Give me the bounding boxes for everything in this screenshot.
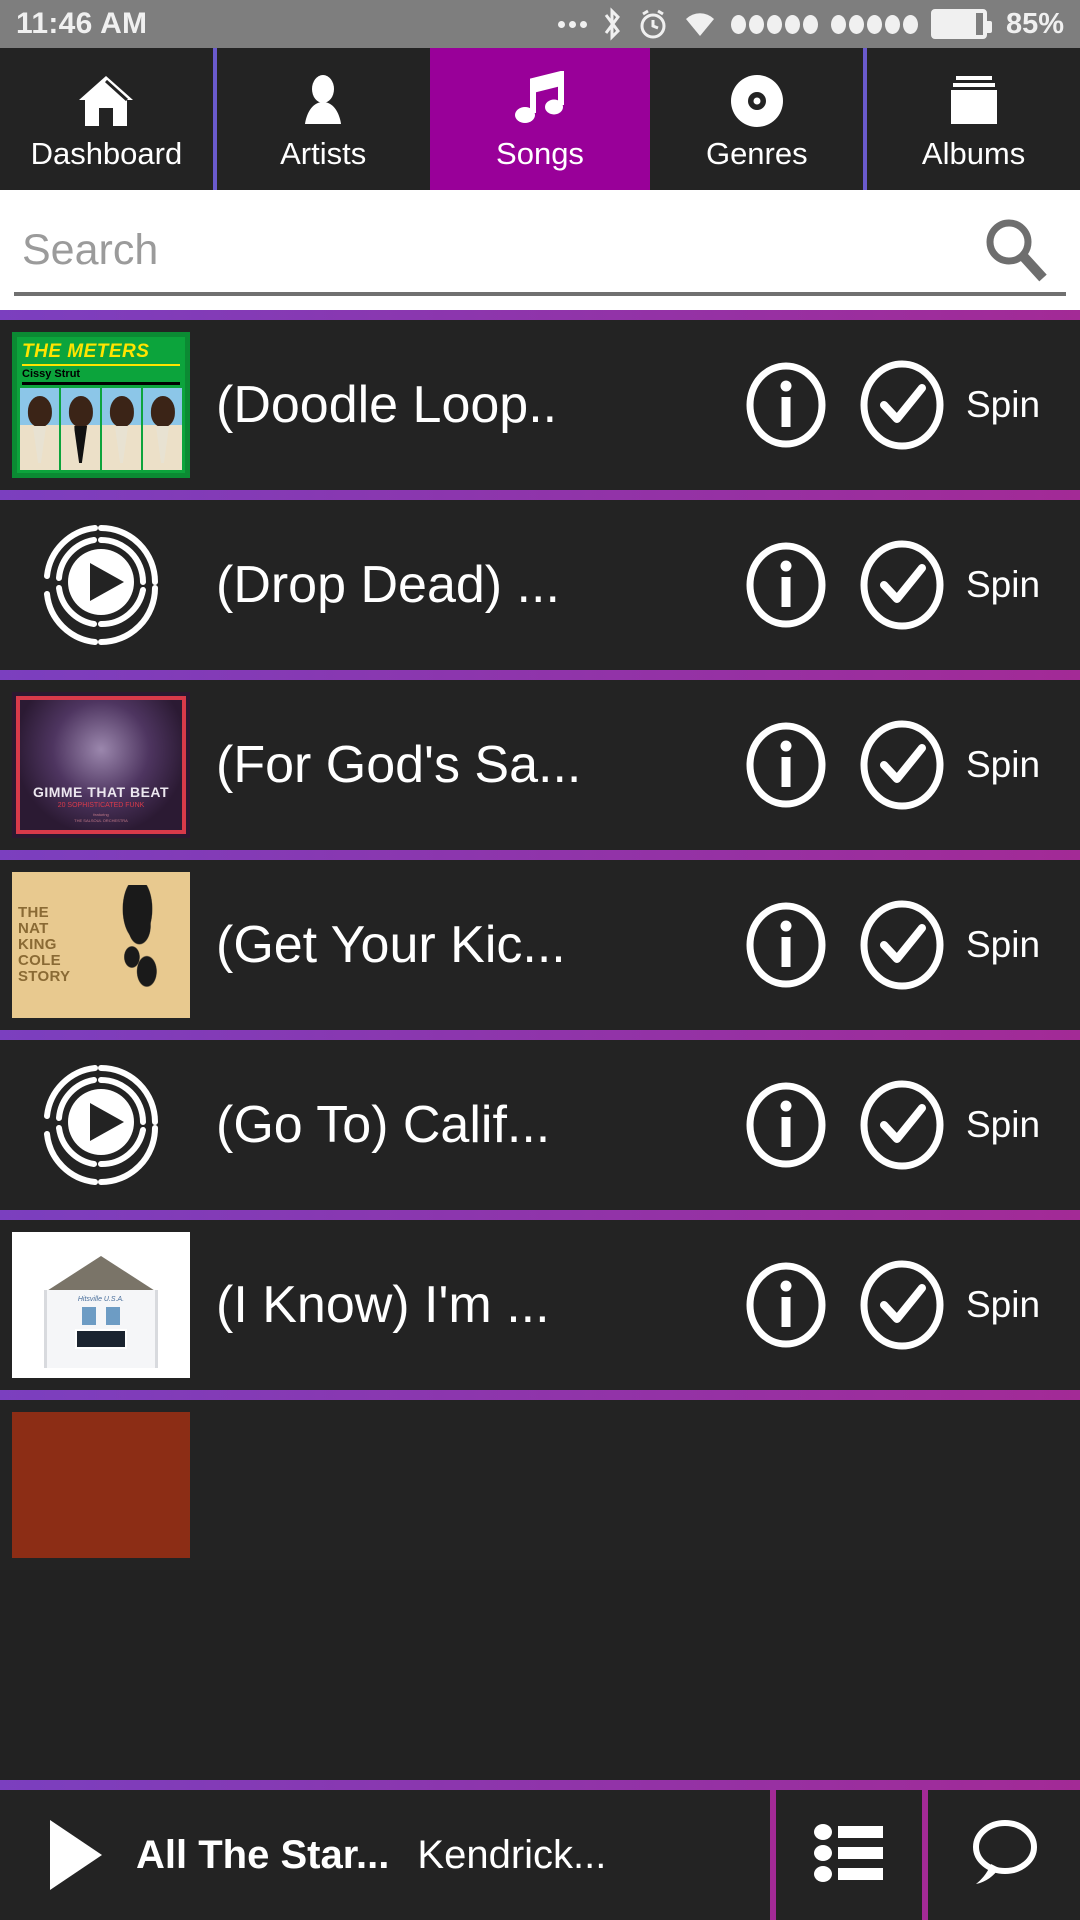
check-circle-icon[interactable] <box>844 357 960 453</box>
tab-songs-label: Songs <box>496 135 584 171</box>
tab-albums[interactable]: Albums <box>863 48 1080 190</box>
row-actions: Spin <box>728 897 1080 993</box>
album-art-the-nat-king-cole-story: THE NAT KING COLE STORY <box>12 872 190 1018</box>
song-title: (For God's Sa... <box>216 736 582 794</box>
placeholder-play-icon <box>16 512 186 658</box>
search-input[interactable] <box>22 225 972 275</box>
song-title: (Doodle Loop.. <box>216 376 558 434</box>
search-bar[interactable] <box>0 190 1080 310</box>
tab-artists[interactable]: Artists <box>212 48 430 190</box>
check-circle-icon[interactable] <box>844 537 960 633</box>
spin-button[interactable]: Spin <box>960 1104 1080 1146</box>
info-icon[interactable] <box>728 720 844 810</box>
spin-button[interactable]: Spin <box>960 564 1080 606</box>
now-playing-title: All The Star... <box>136 1832 390 1877</box>
row-separator <box>0 490 1080 500</box>
row-actions: Spin <box>728 537 1080 633</box>
info-icon[interactable] <box>728 1260 844 1350</box>
check-circle-icon[interactable] <box>844 1257 960 1353</box>
song-title: (Get Your Kic... <box>216 916 566 974</box>
info-icon[interactable] <box>728 900 844 990</box>
tab-albums-label: Albums <box>921 135 1026 171</box>
row-actions: Spin <box>728 1077 1080 1173</box>
tab-dashboard-label: Dashboard <box>30 135 183 171</box>
row-separator <box>0 1210 1080 1220</box>
albums-icon <box>945 70 1003 132</box>
spin-button[interactable]: Spin <box>960 1284 1080 1326</box>
signal-dots-icon <box>830 14 918 34</box>
now-playing-artist: Kendrick... <box>417 1832 607 1877</box>
tab-dashboard[interactable]: Dashboard <box>0 48 213 190</box>
row-actions: Spin <box>728 717 1080 813</box>
battery-icon <box>930 9 992 39</box>
queue-button[interactable] <box>776 1790 928 1920</box>
album-art-the-meters-cissy-strut: THE METERS Cissy Strut <box>12 332 190 478</box>
album-art-placeholder-play-icon <box>12 512 190 658</box>
info-icon[interactable] <box>728 540 844 630</box>
play-icon[interactable] <box>42 1816 108 1894</box>
tab-genres[interactable]: Genres <box>646 48 863 190</box>
row-actions: Spin <box>728 1257 1080 1353</box>
row-separator <box>0 670 1080 680</box>
check-circle-icon[interactable] <box>844 897 960 993</box>
check-circle-icon[interactable] <box>844 1077 960 1173</box>
wifi-icon <box>682 9 718 39</box>
check-circle-icon[interactable] <box>844 717 960 813</box>
battery-percent-label: 85% <box>1005 7 1064 40</box>
song-row[interactable]: (Drop Dead) ... Spin <box>0 500 1080 670</box>
placeholder-play-icon <box>16 1052 186 1198</box>
tab-songs[interactable]: Songs <box>429 48 647 190</box>
alarm-icon <box>637 8 669 40</box>
row-separator <box>0 850 1080 860</box>
album-art-placeholder-play-icon <box>12 1052 190 1198</box>
song-row[interactable]: GIMME THAT BEAT 20 SOPHISTICATED FUNK feat… <box>0 680 1080 850</box>
status-time: 11:46 AM <box>16 7 148 40</box>
tab-artists-label: Artists <box>280 135 367 171</box>
song-row[interactable] <box>0 1400 1080 1570</box>
tab-bar: Dashboard Artists Songs Genres Albums <box>0 48 1080 190</box>
row-separator <box>0 1030 1080 1040</box>
song-row[interactable]: THE NAT KING COLE STORY (Get Your Kic... Spin <box>0 860 1080 1030</box>
info-icon[interactable] <box>728 360 844 450</box>
spin-button[interactable]: Spin <box>960 924 1080 966</box>
row-actions: Spin <box>728 357 1080 453</box>
now-playing-area[interactable]: All The Star... Kendrick... <box>0 1790 776 1920</box>
tab-genres-label: Genres <box>705 135 808 171</box>
spin-button[interactable]: Spin <box>960 384 1080 426</box>
album-art-partial-row <box>12 1412 190 1558</box>
row-separator <box>0 1390 1080 1400</box>
song-row[interactable]: Hitsville U.S.A. (I Know) I'm ... Spin <box>0 1220 1080 1390</box>
status-bar: 11:46 AM 85% <box>0 0 1080 48</box>
spin-button[interactable]: Spin <box>960 744 1080 786</box>
speech-bubble-icon <box>967 1818 1041 1893</box>
song-title: (Go To) Calif... <box>216 1096 551 1154</box>
info-icon[interactable] <box>728 1080 844 1170</box>
status-icons: 85% <box>557 7 1064 41</box>
song-row[interactable]: THE METERS Cissy Strut (Doodle Loop.. Spin <box>0 320 1080 490</box>
bluetooth-icon <box>600 7 624 41</box>
search-underline <box>14 292 1066 296</box>
album-art-hitsville-usa-motown: Hitsville U.S.A. <box>12 1232 190 1378</box>
player-bar: All The Star... Kendrick... <box>0 1780 1080 1920</box>
home-icon <box>75 70 137 132</box>
list-icon <box>814 1822 884 1889</box>
music-note-icon <box>511 70 569 132</box>
album-art-gimme-that-beat: GIMME THAT BEAT 20 SOPHISTICATED FUNK feat… <box>12 692 190 838</box>
search-icon[interactable] <box>972 214 1058 286</box>
person-icon <box>297 70 349 132</box>
vinyl-disc-icon <box>728 70 786 132</box>
song-list: THE METERS Cissy Strut (Doodle Loop.. Spin(… <box>0 310 1080 1570</box>
chat-button[interactable] <box>928 1790 1080 1920</box>
signal-dots-icon <box>730 14 818 34</box>
song-title: (I Know) I'm ... <box>216 1276 550 1334</box>
more-dots-icon <box>557 20 587 28</box>
row-separator <box>0 310 1080 320</box>
song-title: (Drop Dead) ... <box>216 556 560 614</box>
song-row[interactable]: (Go To) Calif... Spin <box>0 1040 1080 1210</box>
